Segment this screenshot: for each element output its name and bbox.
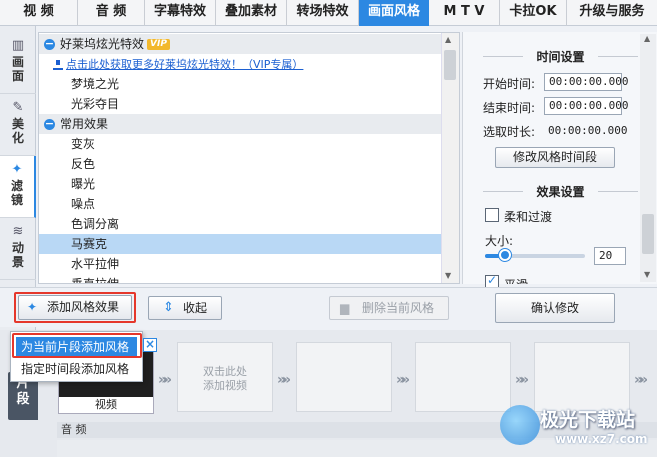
empty-slot[interactable] [534,342,630,412]
tab-mtv[interactable]: M T V [429,0,500,26]
settings-scrollbar[interactable]: ▲ ▼ [640,34,656,282]
empty-slot[interactable] [296,342,392,412]
collapse-icon[interactable]: − [44,118,55,130]
empty-slot[interactable] [415,342,511,412]
effect-settings-header: 效果设置 [463,183,657,200]
collapse-icon[interactable]: − [44,38,55,50]
category-hollywood[interactable]: − 好莱坞炫光特效 VIP [39,34,441,54]
smooth-label: 平滑 [504,276,528,284]
scroll-down-icon[interactable]: ▼ [644,270,650,279]
vip-link[interactable]: 点击此处获取更多好莱坞炫光特效！（VIP专属） [66,58,303,71]
transition-arrow-icon[interactable]: »» [634,372,648,388]
start-time-label: 开始时间: [483,77,536,91]
clip-label: 视频 [59,397,153,413]
side-tab-dynamic[interactable]: ≋ 动景 [0,218,36,280]
annotation-highlight [12,333,142,358]
transition-arrow-icon[interactable]: »» [277,372,291,388]
add-video-hint: 双击此处 添加视频 [203,365,247,392]
watermark-logo [500,405,540,445]
list-scroll-thumb[interactable] [444,50,456,80]
duration-value: 00:00:00.000 [548,124,628,137]
side-tab-beautify[interactable]: ✎ 美化 [0,94,36,156]
list-item[interactable]: 梦境之光 [39,74,441,94]
size-label: 大小: [485,234,514,248]
transition-arrow-icon[interactable]: »» [515,372,529,388]
category-label: 常用效果 [60,117,109,131]
settings-scroll-thumb[interactable] [642,214,654,254]
size-slider-knob[interactable] [499,249,511,261]
modify-time-button[interactable]: 修改风格时间段 [495,147,615,168]
side-tab-label: 动景 [11,241,24,269]
settings-panel: 时间设置 开始时间: 00:00:00.000 结束时间: 00:00:00.0… [462,32,657,289]
tab-transition-effects[interactable]: 转场特效 [287,0,359,26]
list-item[interactable]: 变灰 [39,134,441,154]
list-item[interactable]: 反色 [39,154,441,174]
tab-picture-style[interactable]: 画面风格 [359,0,429,26]
side-tab-picture[interactable]: ▥ 画面 [0,32,36,94]
annotation-highlight [14,292,136,323]
side-tab-label: 滤镜 [10,179,23,207]
tab-overlay-material[interactable]: 叠加素材 [216,0,287,26]
effect-list: − 好莱坞炫光特效 VIP 点击此处获取更多好莱坞炫光特效！（VIP专属） 梦境之光… [38,32,460,284]
collapse-button[interactable]: ⇕ 收起 [148,296,222,320]
list-item[interactable]: 曝光 [39,174,441,194]
scroll-down-icon[interactable]: ▼ [445,271,451,280]
transition-arrow-icon[interactable]: »» [158,372,172,388]
tab-subtitle-effects[interactable]: 字幕特效 [145,0,216,26]
collapse-label: 收起 [182,301,207,315]
vip-badge: VIP [147,39,170,50]
menu-item-add-time-range[interactable]: 指定时间段添加风格 [16,359,137,379]
list-item[interactable]: 色调分离 [39,214,441,234]
scroll-up-icon[interactable]: ▲ [445,35,451,44]
close-icon[interactable]: × [143,338,157,352]
app-window: 视 频 音 频 字幕特效 叠加素材 转场特效 画面风格 M T V 卡拉OK 升… [0,0,657,457]
list-item[interactable]: 噪点 [39,194,441,214]
film-icon: ▥ [11,38,25,53]
side-tab-filter[interactable]: ✦ 滤镜 [0,156,36,218]
download-icon [53,59,63,70]
delete-style-label: 删除当前风格 [361,301,434,315]
tab-audio[interactable]: 音 频 [78,0,145,26]
side-tab-label: 美化 [11,117,24,145]
delete-style-button[interactable]: ▆ 删除当前风格 [329,296,449,320]
size-value-field[interactable]: 20 [594,247,626,265]
category-label: 好莱坞炫光特效 [60,37,145,51]
duration-label: 选取时长: [483,125,536,139]
confirm-modify-button[interactable]: 确认修改 [495,293,615,323]
add-video-slot[interactable]: 双击此处 添加视频 [177,342,273,412]
watermark-brand: 极光下载站 [540,409,636,431]
side-tab-label: 画面 [11,55,24,83]
collapse-arrows-icon: ⇕ [163,300,174,315]
soft-transition-checkbox[interactable] [485,208,499,222]
list-item[interactable]: 光彩夺目 [39,94,441,114]
transition-arrow-icon[interactable]: »» [396,372,410,388]
time-settings-header: 时间设置 [463,48,657,65]
start-time-field[interactable]: 00:00:00.000 [544,73,628,91]
checkmark-icon: ✓ [487,275,498,287]
watermark-url: www.xz7.com [555,432,648,446]
end-time-field[interactable]: 00:00:00.000 [544,97,628,115]
list-item[interactable]: 水平拉伸 [39,254,441,274]
tab-video[interactable]: 视 频 [0,0,78,26]
category-common[interactable]: − 常用效果 [39,114,441,134]
end-time-label: 结束时间: [483,101,536,115]
waves-icon: ≋ [12,224,24,239]
wand-sparkle-icon: ✦ [11,162,23,177]
main-tab-bar: 视 频 音 频 字幕特效 叠加素材 转场特效 画面风格 M T V 卡拉OK 升… [0,0,657,26]
scroll-up-icon[interactable]: ▲ [644,34,650,43]
list-item[interactable]: 垂直拉伸 [39,274,441,283]
soft-transition-label: 柔和过渡 [504,210,553,224]
magic-wand-icon: ✎ [12,100,24,115]
trash-icon: ▆ [340,301,350,315]
vip-link-row[interactable]: 点击此处获取更多好莱坞炫光特效！（VIP专属） [39,54,441,74]
tab-karaoke[interactable]: 卡拉OK [500,0,567,26]
list-item-selected[interactable]: 马赛克 [39,234,441,254]
tab-upgrade-service[interactable]: 升级与服务 [567,0,657,26]
